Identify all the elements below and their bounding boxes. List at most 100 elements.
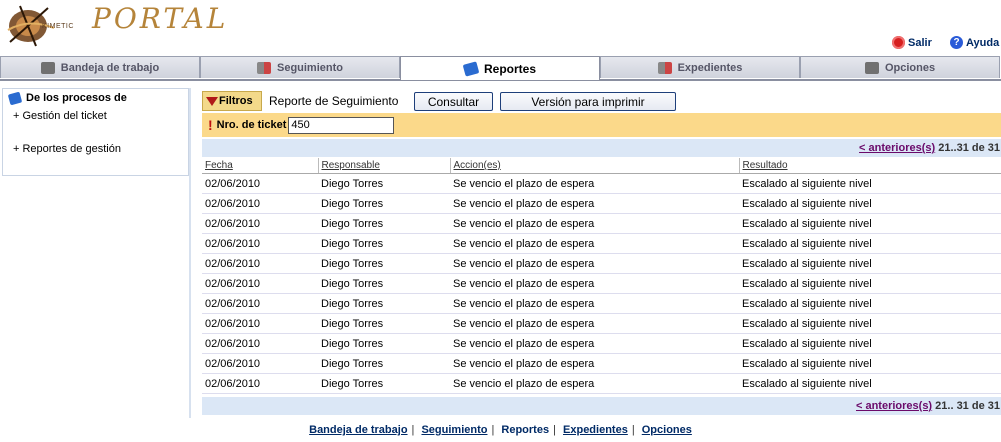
- cell-fecha: 02/06/2010: [202, 293, 318, 314]
- table-row: 02/06/2010 Diego Torres Se vencio el plazo…: [202, 333, 1001, 354]
- cell-resultado: Escalado al siguiente nivel: [739, 293, 1001, 314]
- cell-accion: Se vencio el plazo de espera: [450, 273, 739, 294]
- cell-fecha: 02/06/2010: [202, 193, 318, 214]
- tab-label: Seguimiento: [276, 61, 343, 74]
- footer-separator: |: [553, 424, 556, 436]
- header: KIMETIC PORTAL Salir ? Ayuda: [0, 0, 1001, 56]
- col-header-fecha[interactable]: Fecha: [202, 158, 319, 174]
- cell-responsable: Diego Torres: [318, 273, 450, 294]
- cell-resultado: Escalado al siguiente nivel: [739, 373, 1001, 394]
- cell-resultado: Escalado al siguiente nivel: [739, 213, 1001, 234]
- cell-accion: Se vencio el plazo de espera: [450, 353, 739, 374]
- table-row: 02/06/2010 Diego Torres Se vencio el plazo…: [202, 273, 1001, 294]
- table-row: 02/06/2010 Diego Torres Se vencio el plazo…: [202, 253, 1001, 274]
- footer-nav: Bandeja de trabajo | Seguimiento | Reporte…: [0, 424, 1001, 436]
- cell-accion: Se vencio el plazo de espera: [450, 213, 739, 234]
- cell-fecha: 02/06/2010: [202, 253, 318, 274]
- cell-responsable: Diego Torres: [318, 293, 450, 314]
- help-icon: ?: [950, 36, 963, 49]
- cell-responsable: Diego Torres: [318, 333, 450, 354]
- sidebar-title: De los procesos de: [7, 91, 127, 105]
- kimetic-logo: KIMETIC: [6, 4, 88, 48]
- required-icon: !: [208, 117, 213, 133]
- table-body: 02/06/2010 Diego Torres Se vencio el plazo…: [202, 173, 1001, 394]
- table-row: 02/06/2010 Diego Torres Se vencio el plazo…: [202, 233, 1001, 254]
- tab-label: Opciones: [884, 61, 936, 74]
- footer-link-bandeja[interactable]: Bandeja de trabajo: [309, 424, 407, 436]
- book-icon: [462, 60, 480, 77]
- page-range: 21.. 31 de 31: [932, 400, 1000, 412]
- pager-top: < anteriores(s) 21..31 de 31: [202, 139, 1001, 157]
- results-table: Fecha Responsable Accion(es) Resultado 0…: [202, 158, 1001, 394]
- footer-link-reportes[interactable]: Reportes: [501, 424, 549, 436]
- table-row: 02/06/2010 Diego Torres Se vencio el plazo…: [202, 373, 1001, 394]
- brand-small-text: KIMETIC: [42, 23, 74, 30]
- cell-resultado: Escalado al siguiente nivel: [739, 273, 1001, 294]
- col-header-resultado[interactable]: Resultado: [739, 158, 1001, 174]
- cell-accion: Se vencio el plazo de espera: [450, 293, 739, 314]
- footer-separator: |: [491, 424, 495, 436]
- ayuda-label: Ayuda: [966, 36, 1000, 49]
- footer-link-opciones[interactable]: Opciones: [642, 424, 692, 436]
- cell-responsable: Diego Torres: [318, 253, 450, 274]
- ticket-label: Nro. de ticket: [216, 119, 287, 131]
- book-icon: [7, 91, 23, 105]
- cell-accion: Se vencio el plazo de espera: [450, 193, 739, 214]
- tab-reportes[interactable]: Reportes: [400, 56, 600, 80]
- cell-fecha: 02/06/2010: [202, 213, 318, 234]
- cell-resultado: Escalado al siguiente nivel: [739, 173, 1001, 194]
- filters-toolbar: Filtros Reporte de Seguimiento Consultar…: [202, 90, 1001, 112]
- options-icon: [864, 61, 879, 74]
- cell-fecha: 02/06/2010: [202, 373, 318, 394]
- cell-fecha: 02/06/2010: [202, 313, 318, 334]
- filter-icon: [206, 96, 218, 106]
- footer-link-expedientes[interactable]: Expedientes: [563, 424, 628, 436]
- cell-responsable: Diego Torres: [318, 213, 450, 234]
- prev-link[interactable]: < anteriores(s): [859, 142, 935, 154]
- cell-responsable: Diego Torres: [318, 233, 450, 254]
- ticket-input[interactable]: [288, 116, 395, 134]
- table-row: 02/06/2010 Diego Torres Se vencio el plazo…: [202, 173, 1001, 194]
- tab-seguimiento[interactable]: Seguimiento: [200, 56, 400, 78]
- table-row: 02/06/2010 Diego Torres Se vencio el plazo…: [202, 193, 1001, 214]
- footer-separator: |: [411, 424, 415, 436]
- tracking-icon: [256, 61, 271, 74]
- cell-accion: Se vencio el plazo de espera: [450, 313, 739, 334]
- cell-responsable: Diego Torres: [318, 193, 450, 214]
- cell-responsable: Diego Torres: [318, 353, 450, 374]
- ayuda-link[interactable]: ? Ayuda: [950, 36, 999, 49]
- tab-bandeja-de-trabajo[interactable]: Bandeja de trabajo: [0, 56, 200, 78]
- folder-icon: [657, 61, 672, 74]
- col-header-acciones[interactable]: Accion(es): [450, 158, 740, 174]
- portal-title: PORTAL: [92, 2, 229, 35]
- cell-responsable: Diego Torres: [318, 173, 450, 194]
- sidebar-divider: [189, 88, 191, 418]
- power-icon: [892, 36, 905, 49]
- cell-resultado: Escalado al siguiente nivel: [739, 353, 1001, 374]
- col-header-responsable[interactable]: Responsable: [318, 158, 451, 174]
- filters-button[interactable]: Filtros: [202, 91, 262, 111]
- tab-label: Expedientes: [677, 61, 743, 74]
- table-row: 02/06/2010 Diego Torres Se vencio el plazo…: [202, 313, 1001, 334]
- cell-responsable: Diego Torres: [318, 313, 450, 334]
- consultar-button[interactable]: Consultar: [414, 92, 493, 111]
- cell-accion: Se vencio el plazo de espera: [450, 373, 739, 394]
- cell-resultado: Escalado al siguiente nivel: [739, 333, 1001, 354]
- sidebar-item-gestion-ticket[interactable]: + Gestión del ticket: [13, 110, 107, 122]
- cell-resultado: Escalado al siguiente nivel: [739, 253, 1001, 274]
- footer-separator: |: [631, 424, 635, 436]
- print-version-button[interactable]: Versión para imprimir: [500, 92, 676, 111]
- tab-label: Reportes: [483, 61, 536, 76]
- cell-fecha: 02/06/2010: [202, 333, 318, 354]
- sidebar-item-reportes-gestion[interactable]: + Reportes de gestión: [13, 143, 121, 155]
- salir-link[interactable]: Salir: [892, 36, 932, 49]
- tab-opciones[interactable]: Opciones: [800, 56, 1000, 78]
- cell-fecha: 02/06/2010: [202, 173, 318, 194]
- filters-label: Filtros: [219, 95, 253, 107]
- inbox-icon: [40, 61, 55, 74]
- prev-link[interactable]: < anteriores(s): [856, 400, 932, 412]
- tab-expedientes[interactable]: Expedientes: [600, 56, 800, 78]
- footer-link-seguimiento[interactable]: Seguimiento: [421, 424, 487, 436]
- table-row: 02/06/2010 Diego Torres Se vencio el plazo…: [202, 293, 1001, 314]
- cell-fecha: 02/06/2010: [202, 273, 318, 294]
